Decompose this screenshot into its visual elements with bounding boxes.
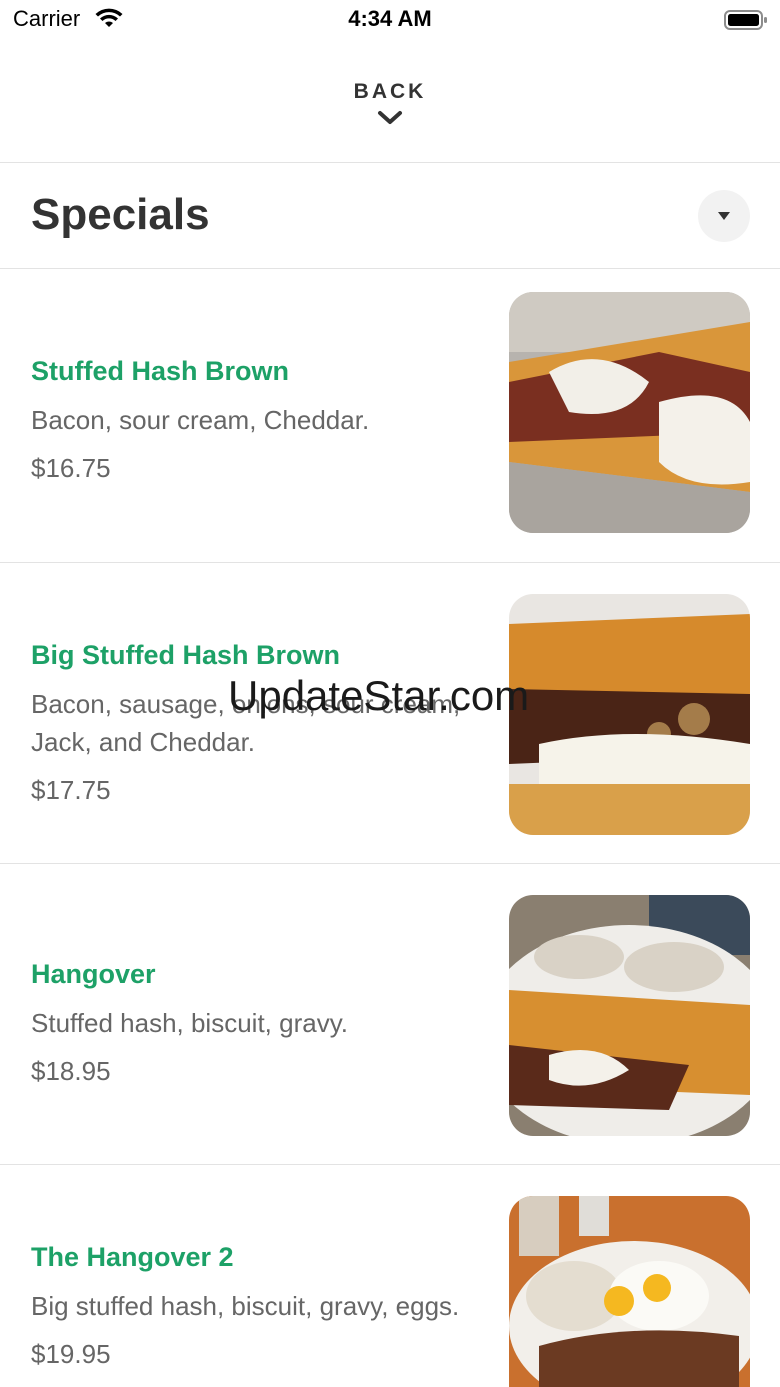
menu-item-photo [509,594,750,835]
menu-item-name: Hangover [31,959,156,989]
back-button[interactable]: BACK [290,72,490,142]
section-title: Specials [31,190,210,239]
menu-item-text: The Hangover 2 Big stuffed hash, biscuit… [31,1239,481,1373]
menu-item[interactable]: The Hangover 2 Big stuffed hash, biscuit… [0,1165,780,1387]
back-label: BACK [353,80,427,103]
menu-item[interactable]: Stuffed Hash Brown Bacon, sour cream, Ch… [0,269,780,562]
menu-item-name: Big Stuffed Hash Brown [31,640,340,670]
menu-item-text: Big Stuffed Hash Brown Bacon, sausage, o… [31,637,481,809]
menu-item-text: Hangover Stuffed hash, biscuit, gravy. $… [31,956,481,1090]
menu-item-description: Big stuffed hash, biscuit, gravy, eggs. [31,1291,460,1321]
menu-item-price: $19.95 [31,1339,111,1369]
chevron-down-icon [377,110,403,126]
status-time: 4:34 AM [348,6,432,31]
menu-item-text: Stuffed Hash Brown Bacon, sour cream, Ch… [31,353,481,487]
menu-item[interactable]: Big Stuffed Hash Brown Bacon, sausage, o… [0,563,780,863]
menu-item[interactable]: Hangover Stuffed hash, biscuit, gravy. $… [0,864,780,1164]
menu-item-description: Stuffed hash, biscuit, gravy. [31,1008,348,1038]
status-bar: Carrier 4:34 AM [0,0,780,40]
menu-item-price: $17.75 [31,775,111,805]
header-divider [0,162,780,163]
menu-item-name: Stuffed Hash Brown [31,356,290,386]
menu-item-photo [509,292,750,533]
battery-icon [724,10,768,30]
menu-item-photo [509,895,750,1136]
menu-item-price: $16.75 [31,453,111,483]
menu-item-name: The Hangover 2 [31,1242,234,1272]
menu-item-price: $18.95 [31,1056,111,1086]
menu-item-description: Bacon, sausage, onions, sour cream, Jack… [31,689,461,757]
section-collapse-button[interactable] [698,190,750,242]
caret-down-icon [718,212,730,220]
menu-item-description: Bacon, sour cream, Cheddar. [31,405,370,435]
menu-item-photo [509,1196,750,1387]
